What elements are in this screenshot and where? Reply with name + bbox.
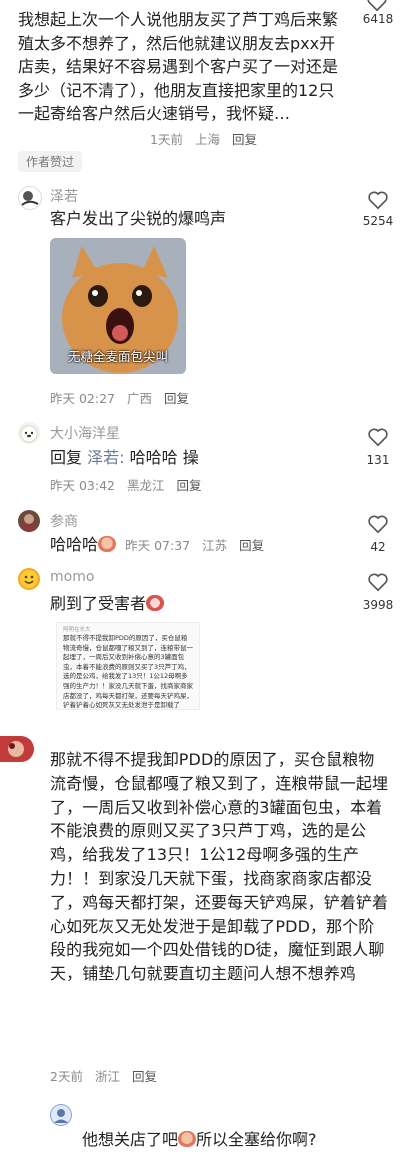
comment-time: 昨天 03:42 <box>50 478 115 493</box>
comment-location: 浙江 <box>94 1069 120 1084</box>
comment-time: 1天前 <box>150 132 183 147</box>
comment-text: 我想起上次一个人说他朋友买了芦丁鸡后来繁殖太多不想养了，然后他就建议朋友去pxx… <box>18 10 339 123</box>
comment-line: 他想关店了吧 所以全塞给你啊? <box>82 1128 317 1151</box>
comment-meta: 2天前 浙江 回复 <box>50 1066 165 1085</box>
comment-text: 他想关店了吧 <box>82 1130 179 1149</box>
laughing-face-sticker-icon <box>178 1131 197 1147</box>
commenter-name[interactable]: momo <box>50 569 94 585</box>
comment-text: 那就不得不提我卸PDD的原因了，买仓鼠粮物流奇慢，仓鼠都嘎了粮又到了，连粮带鼠一… <box>50 750 389 984</box>
thumb-text: 那就不得不提我卸PDD的原因了，买仓鼠粮物流奇慢，仓鼠都嘎了粮又到了，连粮带鼠一… <box>63 634 193 710</box>
comment-text-line: 回复 泽若: 哈哈哈 操 <box>50 446 199 469</box>
crying-face-sticker-icon <box>146 595 165 611</box>
reply-button[interactable]: 回复 <box>239 538 264 553</box>
comment-text: 客户发出了尖锐的爆鸣声 <box>50 209 227 228</box>
avatar[interactable] <box>18 568 40 590</box>
comment-line: 哈哈哈 昨天 07:37 江苏 回复 <box>50 533 272 557</box>
reply-button[interactable]: 回复 <box>164 391 189 406</box>
comment-meta: 昨天 03:42 黑龙江 回复 <box>50 475 210 494</box>
comment-meta: 昨天 02:27 广西 回复 <box>50 388 197 407</box>
avatar[interactable] <box>0 736 34 762</box>
like-icon[interactable] <box>367 572 389 596</box>
comment-text: 哈哈哈 操 <box>129 448 199 467</box>
comment-time: 2天前 <box>50 1069 83 1084</box>
comment-location: 广西 <box>126 391 152 406</box>
comment-meta: 1天前 上海 回复 <box>150 129 265 148</box>
like-count: 6418 <box>362 12 394 26</box>
reply-button[interactable]: 回复 <box>232 132 257 147</box>
comment-time: 昨天 07:37 <box>125 538 191 553</box>
avatar[interactable] <box>50 1104 72 1126</box>
like-count: 42 <box>370 540 386 554</box>
like-icon[interactable] <box>367 427 389 451</box>
comment-location: 江苏 <box>202 538 228 553</box>
image-caption: 无糖全麦面包尖叫 <box>67 349 168 364</box>
avatar[interactable] <box>18 186 42 210</box>
like-icon[interactable] <box>367 514 389 538</box>
like-count: 5254 <box>362 214 394 228</box>
comment-location: 黑龙江 <box>126 478 165 493</box>
comment-image[interactable]: 阿明在长大 那就不得不提我卸PDD的原因了，买仓鼠粮物流奇慢，仓鼠都嘎了粮又到了… <box>56 622 200 710</box>
like-count: 3998 <box>362 598 394 612</box>
mention-link[interactable]: 泽若: <box>87 448 124 467</box>
comment-time: 昨天 02:27 <box>50 391 115 406</box>
comment-text: 哈哈哈 <box>50 535 99 554</box>
like-count: 131 <box>366 453 390 467</box>
like-icon[interactable] <box>367 190 389 214</box>
avatar[interactable] <box>18 510 40 532</box>
commenter-name[interactable]: 大小海洋星 <box>50 423 120 443</box>
comment-text-continued: 所以全塞给你啊? <box>196 1130 317 1149</box>
comment-line: 刷到了受害者 <box>50 592 165 615</box>
laughing-face-sticker-icon <box>98 536 117 552</box>
comment-text: 刷到了受害者 <box>50 594 147 613</box>
avatar[interactable] <box>18 422 40 444</box>
comment-image[interactable]: 无糖全麦面包尖叫 <box>50 238 186 374</box>
commenter-name[interactable]: 参商 <box>50 511 78 531</box>
commenter-name[interactable]: 泽若 <box>50 186 78 206</box>
thumb-header: 阿明在长大 <box>63 627 91 633</box>
reply-prefix: 回复 <box>50 448 83 467</box>
author-liked-badge: 作者赞过 <box>18 151 83 172</box>
reply-button[interactable]: 回复 <box>176 478 201 493</box>
reply-button[interactable]: 回复 <box>132 1069 157 1084</box>
comment-location: 上海 <box>194 132 220 147</box>
